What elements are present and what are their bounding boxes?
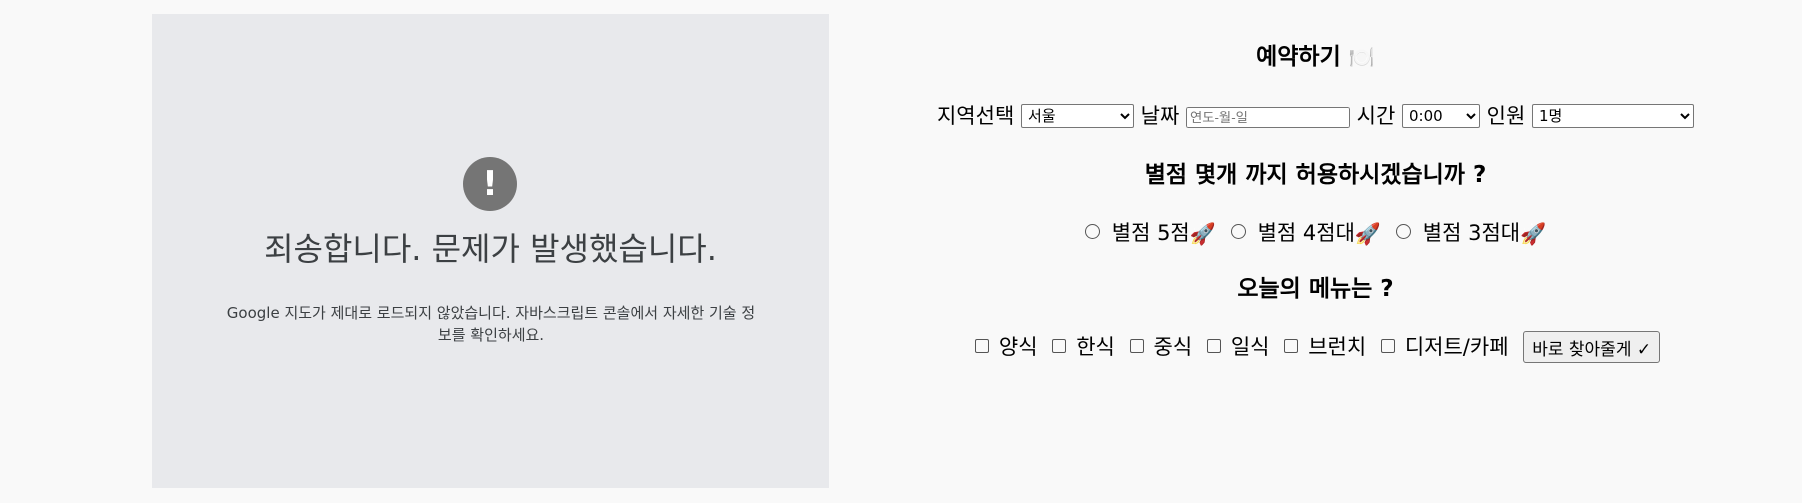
rocket-icon: 🚀 bbox=[1520, 221, 1547, 246]
rating-question: 별점 몇개 까지 허용하시겠습니까 ? bbox=[1144, 162, 1487, 188]
menu-option-korean[interactable]: 한식 bbox=[1052, 332, 1115, 362]
checkbox[interactable] bbox=[1380, 339, 1395, 353]
radio-button[interactable] bbox=[1395, 224, 1411, 239]
menu-option-dessert-cafe[interactable]: 디저트/카페 bbox=[1380, 332, 1509, 362]
people-label: 인원 bbox=[1486, 104, 1526, 128]
find-now-button[interactable]: 바로 찾아줄게 ✓ bbox=[1523, 331, 1661, 363]
menu-option-brunch[interactable]: 브런치 bbox=[1284, 332, 1366, 362]
map-error-description: Google 지도가 제대로 로드되지 않았습니다. 자바스크립트 콘솔에서 자… bbox=[226, 304, 756, 344]
region-select[interactable]: 서울 bbox=[1020, 104, 1134, 128]
menu-option-label: 디저트/카페 bbox=[1404, 335, 1509, 359]
people-select[interactable]: 1명 bbox=[1532, 104, 1694, 128]
rating-option-3[interactable]: 별점 3점대🚀 bbox=[1395, 218, 1547, 249]
radio-button[interactable] bbox=[1230, 224, 1246, 239]
rating-option-label: 별점 5점 bbox=[1111, 220, 1190, 245]
menu-option-chinese[interactable]: 중식 bbox=[1129, 332, 1193, 362]
rating-option-label: 별점 3점대 bbox=[1422, 220, 1521, 245]
rating-option-4[interactable]: 별점 4점대🚀 bbox=[1230, 218, 1382, 249]
menu-question: 오늘의 메뉴는 ? bbox=[1237, 276, 1394, 302]
reservation-panel: 예약하기 🍽️ 지역선택 서울 날짜 시간 0:00 인원 1명 별점 몇개 까… bbox=[829, 0, 1802, 503]
menu-option-label: 중식 bbox=[1153, 335, 1193, 359]
date-label: 날짜 bbox=[1140, 104, 1180, 128]
exclamation-icon: ! bbox=[463, 157, 517, 211]
rating-options: 별점 5점🚀 별점 4점대🚀 별점 3점대🚀 bbox=[829, 217, 1802, 249]
time-select[interactable]: 0:00 bbox=[1401, 104, 1480, 128]
rocket-icon: 🚀 bbox=[1354, 221, 1382, 246]
map-error-title: 죄송합니다. 문제가 발생했습니다. bbox=[264, 230, 717, 268]
menu-option-label: 일식 bbox=[1230, 335, 1270, 359]
rating-option-label: 별점 4점대 bbox=[1257, 220, 1355, 245]
reservation-heading: 예약하기 🍽️ bbox=[829, 38, 1802, 77]
region-label: 지역선택 bbox=[936, 104, 1015, 128]
reservation-title: 예약하기 bbox=[1256, 44, 1341, 70]
menu-option-label: 브런치 bbox=[1308, 335, 1367, 359]
checkbox[interactable] bbox=[974, 339, 989, 353]
rocket-icon: 🚀 bbox=[1189, 221, 1216, 246]
map-panel: ! 죄송합니다. 문제가 발생했습니다. Google 지도가 제대로 로드되지… bbox=[152, 14, 829, 488]
checkbox[interactable] bbox=[1206, 339, 1221, 353]
menu-option-japanese[interactable]: 일식 bbox=[1206, 332, 1270, 362]
time-label: 시간 bbox=[1356, 104, 1396, 128]
menu-option-western[interactable]: 양식 bbox=[974, 332, 1038, 362]
rating-option-5[interactable]: 별점 5점🚀 bbox=[1084, 218, 1216, 249]
plate-icon: 🍽️ bbox=[1348, 45, 1375, 70]
checkbox[interactable] bbox=[1284, 339, 1299, 353]
radio-button[interactable] bbox=[1084, 224, 1100, 239]
reservation-form: 지역선택 서울 날짜 시간 0:00 인원 1명 bbox=[829, 100, 1802, 131]
menu-options: 양식 한식 중식 일식 브런치 디저트/카페 바로 찾아줄게 ✓ bbox=[829, 331, 1802, 363]
date-input[interactable] bbox=[1185, 107, 1350, 128]
checkbox[interactable] bbox=[1129, 339, 1144, 353]
menu-option-label: 한식 bbox=[1076, 335, 1115, 359]
checkbox[interactable] bbox=[1052, 339, 1067, 353]
menu-option-label: 양식 bbox=[998, 335, 1038, 359]
